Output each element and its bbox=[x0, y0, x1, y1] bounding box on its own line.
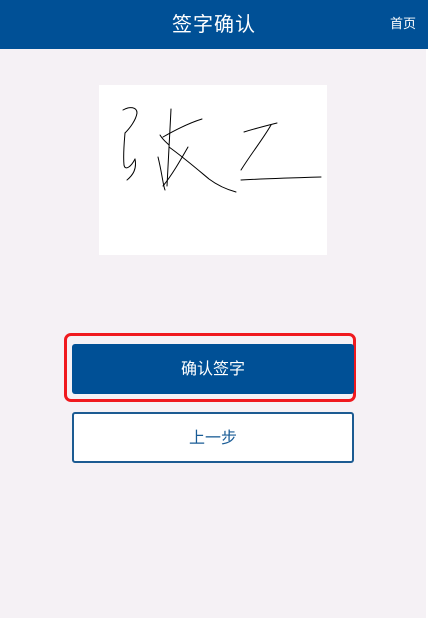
signature-pad[interactable] bbox=[99, 85, 327, 255]
handwritten-signature bbox=[122, 107, 322, 193]
confirm-signature-button[interactable]: 确认签字 bbox=[72, 344, 354, 394]
page-title: 签字确认 bbox=[172, 12, 256, 36]
home-link[interactable]: 首页 bbox=[390, 0, 416, 49]
app-header: 签字确认 首页 bbox=[0, 0, 428, 49]
previous-step-button[interactable]: 上一步 bbox=[72, 412, 354, 463]
